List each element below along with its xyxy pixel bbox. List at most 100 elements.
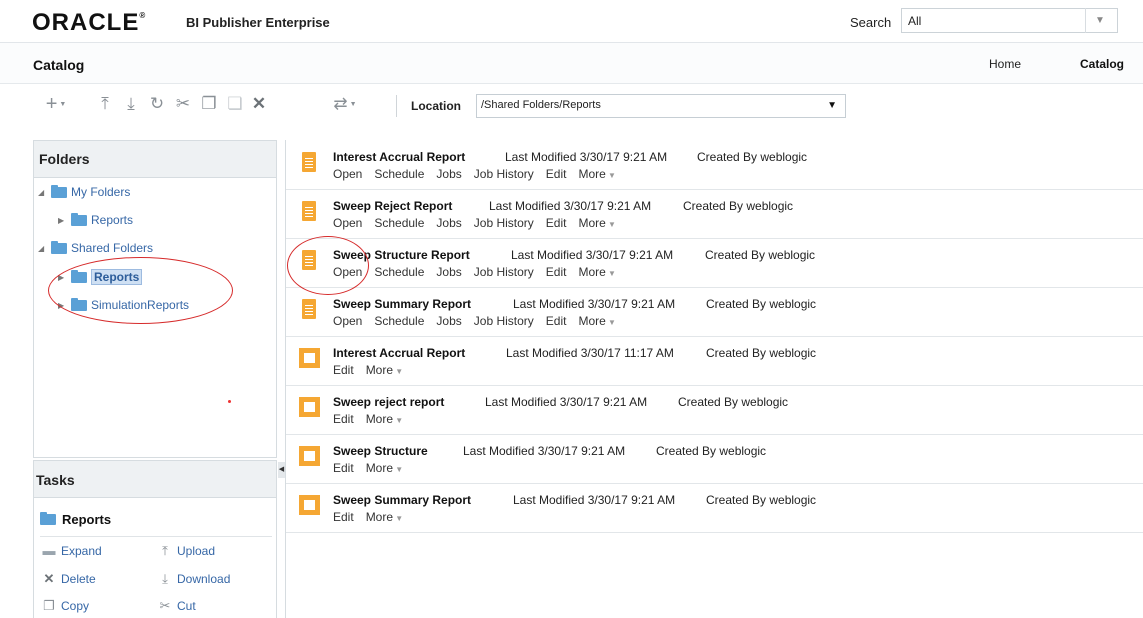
open-link[interactable]: Open (333, 314, 362, 328)
catalog-item: Sweep Summary Report Last Modified 3/30/… (286, 288, 1143, 337)
annotation-circle (287, 236, 369, 295)
more-menu[interactable]: More (578, 314, 615, 328)
jobs-link[interactable]: Jobs (436, 167, 461, 181)
cut-button[interactable]: ✂ (173, 93, 193, 115)
delete-button[interactable]: ✕ (249, 93, 269, 115)
refresh-icon: ↻ (149, 94, 165, 113)
schedule-link[interactable]: Schedule (374, 265, 424, 279)
schedule-link[interactable]: Schedule (374, 314, 424, 328)
job-history-link[interactable]: Job History (474, 265, 534, 279)
toolbar-divider (396, 95, 397, 117)
item-name[interactable]: Sweep Summary Report (333, 493, 471, 507)
download-button[interactable]: ⤓ (121, 93, 141, 115)
annotation-dot (228, 400, 231, 403)
catalog-item: Sweep reject report Last Modified 3/30/1… (286, 386, 1143, 435)
item-modified: Last Modified 3/30/17 9:21 AM (513, 297, 676, 311)
more-menu[interactable]: More (366, 461, 403, 475)
report-icon (302, 201, 316, 221)
task-label: Upload (177, 544, 216, 558)
data-model-icon (299, 348, 320, 368)
edit-link[interactable]: Edit (546, 314, 567, 328)
open-link[interactable]: Open (333, 167, 362, 181)
paste-icon: ❏ (227, 94, 243, 113)
jobs-link[interactable]: Jobs (436, 216, 461, 230)
task-delete[interactable]: ✕ Delete (40, 571, 96, 587)
location-select[interactable]: /Shared Folders/Reports ▼ (476, 94, 846, 118)
edit-link[interactable]: Edit (333, 412, 354, 426)
edit-link[interactable]: Edit (546, 265, 567, 279)
move-menu-button[interactable]: ⇄ ▼ (330, 93, 360, 115)
upload-button[interactable]: ⤒ (95, 93, 115, 115)
more-menu[interactable]: More (366, 412, 403, 426)
folder-icon (51, 184, 67, 198)
scissors-icon: ✂ (175, 94, 191, 113)
tree-item-shared-folders[interactable]: ◢ Shared Folders (38, 240, 153, 255)
more-menu[interactable]: More (366, 510, 403, 524)
item-modified: Last Modified 3/30/17 9:21 AM (463, 444, 626, 458)
edit-link[interactable]: Edit (546, 167, 567, 181)
expand-triangle-icon[interactable]: ▶ (58, 216, 67, 225)
more-menu[interactable]: More (366, 363, 403, 377)
scissors-icon: ✂ (159, 598, 171, 613)
task-download[interactable]: ⤓ Download (156, 571, 230, 587)
data-model-icon (299, 446, 320, 466)
item-name[interactable]: Sweep Reject Report (333, 199, 452, 213)
item-actions: Edit More (333, 510, 403, 524)
more-menu[interactable]: More (578, 167, 615, 181)
job-history-link[interactable]: Job History (474, 167, 534, 181)
schedule-link[interactable]: Schedule (374, 167, 424, 181)
folder-icon (51, 240, 67, 254)
search-divider (1085, 8, 1086, 33)
more-menu[interactable]: More (578, 216, 615, 230)
edit-link[interactable]: Edit (333, 461, 354, 475)
item-modified: Last Modified 3/30/17 9:21 AM (489, 199, 652, 213)
schedule-link[interactable]: Schedule (374, 216, 424, 230)
item-actions: Open Schedule Jobs Job History Edit More (333, 314, 616, 328)
download-icon: ⤓ (162, 571, 168, 586)
jobs-link[interactable]: Jobs (436, 265, 461, 279)
item-created: Created By weblogic (706, 297, 817, 311)
item-actions: Open Schedule Jobs Job History Edit More (333, 167, 616, 181)
paste-button[interactable]: ❏ (225, 93, 245, 115)
item-name[interactable]: Sweep Structure (333, 444, 428, 458)
task-copy[interactable]: ❐ Copy (40, 598, 89, 614)
edit-link[interactable]: Edit (333, 363, 354, 377)
task-label: Copy (61, 599, 90, 613)
item-name[interactable]: Interest Accrual Report (333, 346, 465, 360)
job-history-link[interactable]: Job History (474, 314, 534, 328)
edit-link[interactable]: Edit (333, 510, 354, 524)
item-created: Created By weblogic (705, 248, 816, 262)
tree-item-label: Reports (91, 213, 134, 227)
job-history-link[interactable]: Job History (474, 216, 534, 230)
item-name[interactable]: Sweep reject report (333, 395, 444, 409)
task-cut[interactable]: ✂ Cut (156, 598, 196, 614)
catalog-item: Sweep Summary Report Last Modified 3/30/… (286, 484, 1143, 533)
collapse-triangle-icon[interactable]: ◢ (38, 244, 47, 253)
open-link[interactable]: Open (333, 216, 362, 230)
task-label: Delete (61, 572, 96, 586)
item-actions: Open Schedule Jobs Job History Edit More (333, 265, 616, 279)
collapse-triangle-icon[interactable]: ◢ (38, 188, 47, 197)
jobs-link[interactable]: Jobs (436, 314, 461, 328)
edit-link[interactable]: Edit (546, 216, 567, 230)
nav-home-link[interactable]: Home (989, 57, 1021, 71)
data-model-icon (299, 495, 320, 515)
task-upload[interactable]: ⤒ Upload (156, 543, 215, 559)
nav-catalog-link[interactable]: Catalog (1080, 57, 1124, 71)
pane-splitter-handle[interactable]: ◀ (278, 462, 285, 478)
item-modified: Last Modified 3/30/17 9:21 AM (513, 493, 676, 507)
tree-item-my-folders[interactable]: ◢ My Folders (38, 184, 130, 199)
delete-x-icon: ✕ (43, 571, 55, 586)
tree-item-my-reports[interactable]: ▶ Reports (58, 212, 134, 227)
more-menu[interactable]: More (578, 265, 615, 279)
refresh-button[interactable]: ↻ (147, 93, 167, 115)
upload-icon: ⤒ (101, 94, 109, 113)
item-name[interactable]: Interest Accrual Report (333, 150, 465, 164)
report-icon (302, 299, 316, 319)
item-name[interactable]: Sweep Summary Report (333, 297, 471, 311)
new-menu-button[interactable]: + ▼ (42, 93, 70, 115)
item-actions: Open Schedule Jobs Job History Edit More (333, 216, 616, 230)
task-expand[interactable]: ▬ Expand (40, 543, 102, 558)
copy-button[interactable]: ❐ (199, 93, 219, 115)
item-modified: Last Modified 3/30/17 9:21 AM (511, 248, 674, 262)
